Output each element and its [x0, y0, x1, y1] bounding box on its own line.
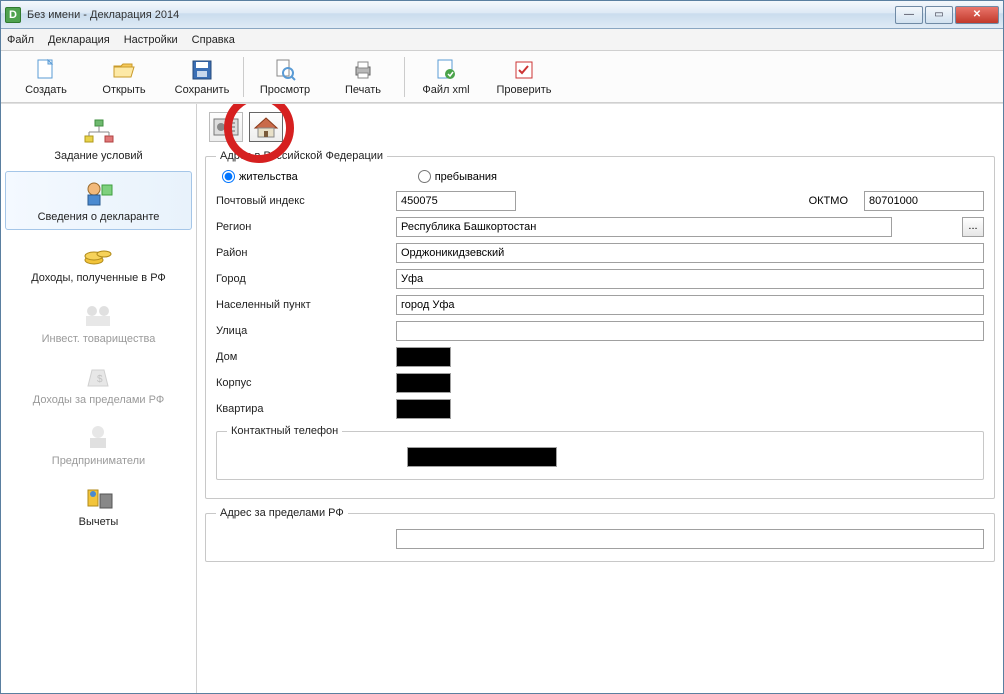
menu-help[interactable]: Справка: [192, 34, 235, 46]
input-house[interactable]: [396, 347, 451, 367]
group-address-rf: Адрес в Российской Федерации жительства …: [205, 150, 995, 499]
sidebar-item-entrepreneurs[interactable]: Предприниматели: [5, 415, 192, 474]
id-card-icon: [213, 116, 239, 138]
group-address-rf-title: Адрес в Российской Федерации: [216, 150, 387, 162]
person-card-icon: [82, 178, 116, 208]
folder-open-icon: [112, 58, 136, 82]
sidebar-item-deductions[interactable]: Вычеты: [5, 476, 192, 535]
label-flat: Квартира: [216, 403, 386, 415]
printer-icon: [351, 58, 375, 82]
conditions-icon: [82, 117, 116, 147]
input-street[interactable]: [396, 321, 984, 341]
sidebar-item-income-abroad[interactable]: $ Доходы за пределами РФ: [5, 354, 192, 413]
menubar: Файл Декларация Настройки Справка: [1, 29, 1003, 51]
label-district: Район: [216, 247, 386, 259]
toolbar-save-button[interactable]: Сохранить: [163, 53, 241, 101]
sidebar: Задание условий Сведения о декларанте До…: [1, 104, 197, 693]
label-building: Корпус: [216, 377, 386, 389]
input-building[interactable]: [396, 373, 451, 393]
input-locality[interactable]: [396, 295, 984, 315]
toolbar-check-button[interactable]: Проверить: [485, 53, 563, 101]
label-region: Регион: [216, 221, 386, 233]
input-region[interactable]: [396, 217, 892, 237]
app-icon: D: [5, 7, 21, 23]
menu-declaration[interactable]: Декларация: [48, 34, 110, 46]
label-postcode: Почтовый индекс: [216, 195, 386, 207]
subtool-address-button[interactable]: [249, 112, 283, 142]
toolbar-separator: [404, 57, 405, 97]
input-phone[interactable]: [407, 447, 557, 467]
minimize-button[interactable]: —: [895, 6, 923, 24]
magnifier-icon: [273, 58, 297, 82]
radio-stay[interactable]: пребывания: [418, 170, 497, 183]
input-postcode[interactable]: [396, 191, 516, 211]
floppy-icon: [190, 58, 214, 82]
sidebar-item-income-rf[interactable]: Доходы, полученные в РФ: [5, 232, 192, 291]
group-phone: Контактный телефон: [216, 425, 984, 480]
sidebar-item-invest[interactable]: Инвест. товарищества: [5, 293, 192, 352]
group-address-abroad: Адрес за пределами РФ: [205, 507, 995, 562]
toolbar: Создать Открыть Сохранить Просмотр Печа: [1, 51, 1003, 103]
maximize-button[interactable]: ▭: [925, 6, 953, 24]
menu-settings[interactable]: Настройки: [124, 34, 178, 46]
new-file-icon: [34, 58, 58, 82]
label-house: Дом: [216, 351, 386, 363]
window-title: Без имени - Декларация 2014: [27, 9, 895, 21]
money-bag-icon: $: [82, 361, 116, 391]
entrepreneur-icon: [82, 422, 116, 452]
input-flat[interactable]: [396, 399, 451, 419]
titlebar: D Без имени - Декларация 2014 — ▭ ✕: [1, 1, 1003, 29]
deductions-icon: [82, 483, 116, 513]
coins-icon: [82, 239, 116, 269]
label-locality: Населенный пункт: [216, 299, 386, 311]
people-group-icon: [82, 300, 116, 330]
check-icon: [512, 58, 536, 82]
close-button[interactable]: ✕: [955, 6, 999, 24]
input-district[interactable]: [396, 243, 984, 263]
toolbar-open-button[interactable]: Открыть: [85, 53, 163, 101]
subtool-identity-button[interactable]: [209, 112, 243, 142]
label-city: Город: [216, 273, 386, 285]
input-oktmo[interactable]: [864, 191, 984, 211]
label-oktmo: ОКТМО: [778, 195, 848, 207]
toolbar-preview-button[interactable]: Просмотр: [246, 53, 324, 101]
house-icon: [253, 116, 279, 138]
svg-text:$: $: [97, 374, 103, 385]
toolbar-print-button[interactable]: Печать: [324, 53, 402, 101]
toolbar-separator: [243, 57, 244, 97]
region-browse-button[interactable]: ...: [962, 217, 984, 237]
sidebar-item-conditions[interactable]: Задание условий: [5, 110, 192, 169]
radio-stay-input[interactable]: [418, 170, 431, 183]
group-phone-title: Контактный телефон: [227, 425, 342, 437]
label-street: Улица: [216, 325, 386, 337]
main-panel: Адрес в Российской Федерации жительства …: [197, 104, 1003, 693]
toolbar-xml-button[interactable]: Файл xml: [407, 53, 485, 101]
input-city[interactable]: [396, 269, 984, 289]
radio-residence-input[interactable]: [222, 170, 235, 183]
xml-file-icon: [434, 58, 458, 82]
group-address-abroad-title: Адрес за пределами РФ: [216, 507, 348, 519]
toolbar-create-button[interactable]: Создать: [7, 53, 85, 101]
input-address-abroad: [396, 529, 984, 549]
sidebar-item-declarant[interactable]: Сведения о декларанте: [5, 171, 192, 230]
radio-residence[interactable]: жительства: [222, 170, 298, 183]
menu-file[interactable]: Файл: [7, 34, 34, 46]
subtoolbar: [205, 110, 995, 150]
